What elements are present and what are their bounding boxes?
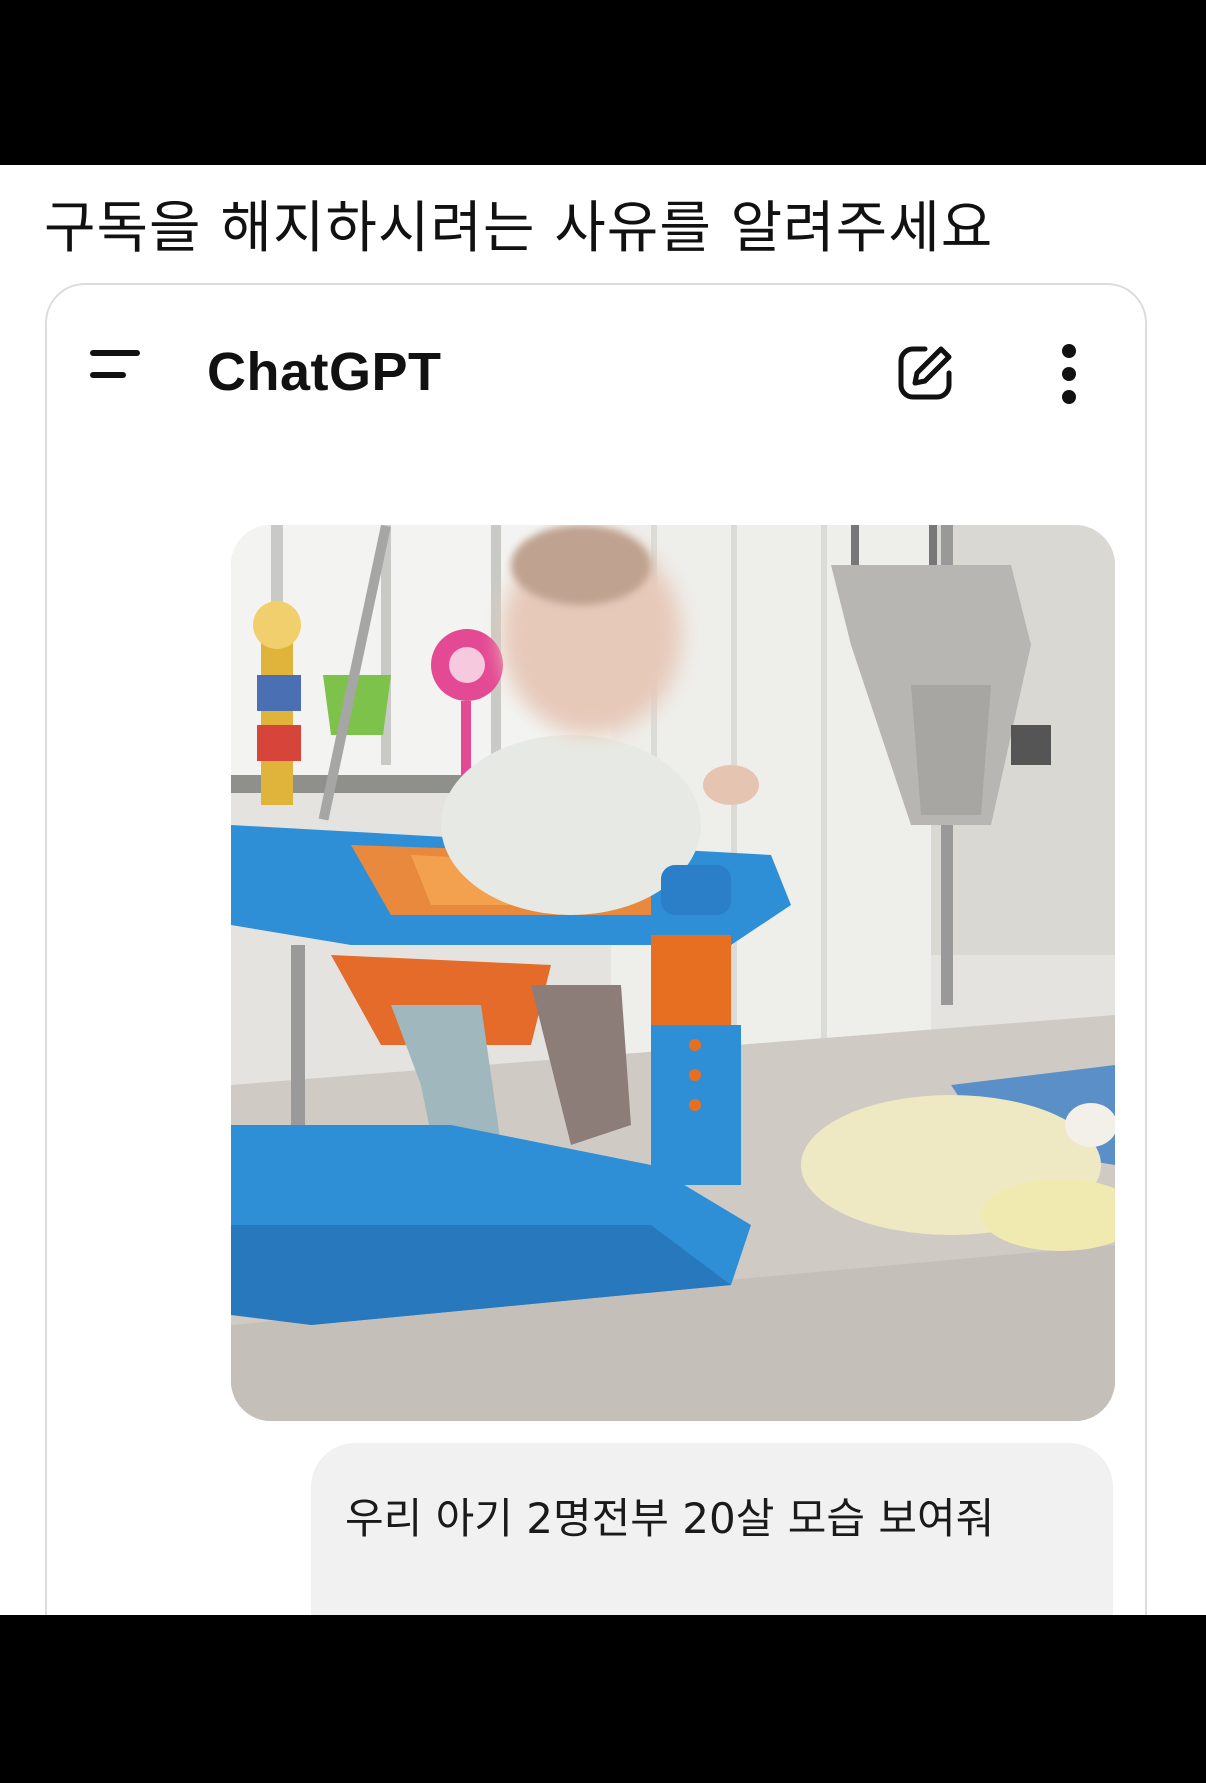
menu-icon[interactable] — [87, 345, 143, 385]
app-header: ChatGPT — [47, 285, 1145, 425]
user-message-bubble: 우리 아기 2명전부 20살 모습 보여줘 — [311, 1443, 1113, 1615]
edit-icon[interactable] — [895, 343, 955, 403]
user-message-text: 우리 아기 2명전부 20살 모습 보여줘 — [345, 1494, 995, 1543]
app-title: ChatGPT — [207, 342, 442, 402]
caption-text: 구독을 해지하시려는 사유를 알려주세요 — [44, 196, 994, 261]
top-black-bar — [0, 0, 1206, 165]
more-vertical-icon[interactable] — [1057, 341, 1081, 407]
attached-photo[interactable] — [231, 525, 1115, 1421]
chat-app-card: ChatGPT 우리 아기 2명전부 20살 모습 보여줘 — [45, 283, 1147, 1615]
screenshot-content: 구독을 해지하시려는 사유를 알려주세요 ChatGPT 우리 아기 2명전부 … — [0, 165, 1206, 1615]
bottom-black-bar — [0, 1615, 1206, 1783]
